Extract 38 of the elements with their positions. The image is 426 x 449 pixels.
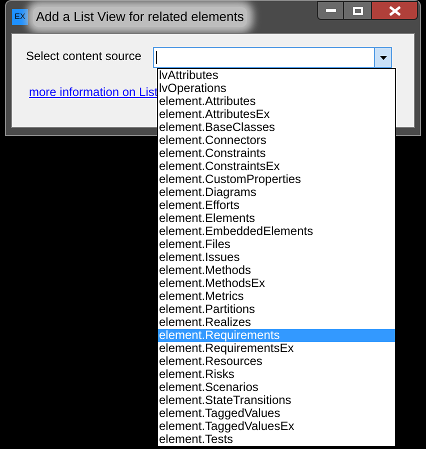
list-item[interactable]: element.TaggedValues (158, 407, 395, 420)
list-item[interactable]: element.Risks (158, 368, 395, 381)
list-item[interactable]: element.Scenarios (158, 381, 395, 394)
list-item[interactable]: element.Methods (158, 264, 395, 277)
list-item[interactable]: element.Attributes (158, 95, 395, 108)
list-item[interactable]: element.Connectors (158, 134, 395, 147)
list-item[interactable]: element.Files (158, 238, 395, 251)
app-icon: EX (12, 9, 28, 25)
list-item[interactable]: element.RequirementsEx (158, 342, 395, 355)
list-item[interactable]: element.MethodsEx (158, 277, 395, 290)
list-item[interactable]: element.Efforts (158, 199, 395, 212)
list-item[interactable]: element.AttributesEx (158, 108, 395, 121)
list-item[interactable]: element.CustomProperties (158, 173, 395, 186)
list-item[interactable]: element.EmbeddedElements (158, 225, 395, 238)
list-item[interactable]: element.ConstraintsEx (158, 160, 395, 173)
list-item[interactable]: element.Resources (158, 355, 395, 368)
field-label: Select content source (26, 48, 142, 65)
list-item[interactable]: element.BaseClasses (158, 121, 395, 134)
list-item[interactable]: element.Elements (158, 212, 395, 225)
caret-icon (380, 56, 386, 60)
maximize-button[interactable] (344, 1, 371, 20)
list-item[interactable]: element.Constraints (158, 147, 395, 160)
list-item[interactable]: element.StateTransitions (158, 394, 395, 407)
close-icon (388, 6, 400, 16)
minimize-button[interactable] (317, 1, 344, 20)
list-item[interactable]: element.Partitions (158, 303, 395, 316)
list-item[interactable]: lvAttributes (158, 69, 395, 82)
list-item[interactable]: element.Issues (158, 251, 395, 264)
dropdown-button[interactable] (374, 48, 391, 67)
window-title: Add a List View for related elements (33, 7, 247, 27)
list-item[interactable]: element.TaggedValuesEx (158, 420, 395, 433)
list-item[interactable]: element.Tests (158, 433, 395, 446)
close-button[interactable] (371, 1, 418, 20)
list-item[interactable]: lvOperations (158, 82, 395, 95)
list-item[interactable]: element.Diagrams (158, 186, 395, 199)
list-item[interactable]: element.Metrics (158, 290, 395, 303)
info-link[interactable]: more information on List (29, 83, 158, 101)
list-item[interactable]: element.Realizes (158, 316, 395, 329)
